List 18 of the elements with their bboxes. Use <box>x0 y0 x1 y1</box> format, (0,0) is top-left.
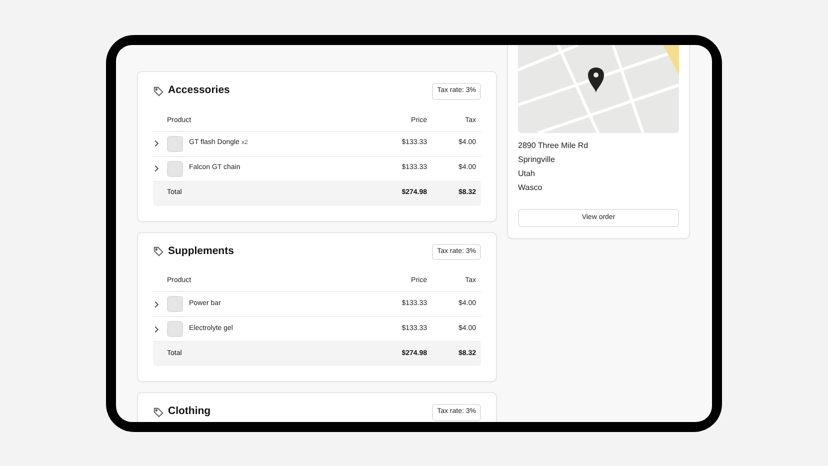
chevron-right-icon[interactable] <box>153 140 160 147</box>
product-thumbnail <box>167 296 183 312</box>
product-thumbnail <box>167 160 183 176</box>
category-title: Accessories <box>168 83 230 98</box>
product-thumbnail <box>167 136 183 152</box>
product-thumbnail <box>167 321 183 337</box>
address-line: 2890 Three Mile Rd <box>518 141 590 151</box>
address-line: Springville <box>518 155 556 165</box>
chevron-right-icon[interactable] <box>153 165 160 172</box>
category-title: Clothing <box>168 404 211 420</box>
tag-icon <box>153 86 164 97</box>
address-line: Wasco <box>518 183 544 193</box>
category-title: Supplements <box>168 244 234 259</box>
address-line: Utah <box>518 169 536 179</box>
chevron-right-icon[interactable] <box>153 326 160 332</box>
chevron-right-icon[interactable] <box>153 300 160 308</box>
tag-icon <box>153 406 164 418</box>
tag-icon <box>153 246 164 258</box>
